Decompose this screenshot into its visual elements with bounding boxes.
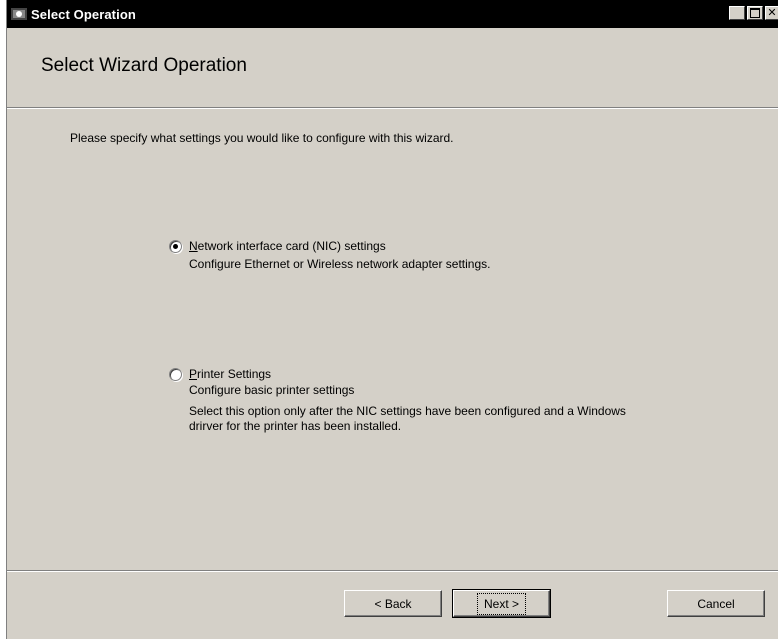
minimize-icon: _ <box>733 9 741 22</box>
window-title: Select Operation <box>31 6 136 22</box>
printer-settings-accelerator: P <box>189 367 198 381</box>
nic-settings-label[interactable]: Network interface card (NIC) settings <box>189 239 386 253</box>
page-title: Select Wizard Operation <box>41 55 247 76</box>
title-bar[interactable]: Select Operation _ ✕ <box>7 0 778 28</box>
printer-settings-note-line1: Select this option only after the NIC se… <box>189 404 626 418</box>
printer-settings-note-line2: drirver for the printer has been install… <box>189 419 402 433</box>
app-icon <box>11 8 27 20</box>
minimize-button[interactable]: _ <box>729 6 745 22</box>
nic-settings-radio[interactable] <box>169 240 182 253</box>
nic-settings-description: Configure Ethernet or Wireless network a… <box>189 257 491 271</box>
maximize-icon <box>750 8 760 18</box>
cancel-button[interactable]: Cancel <box>667 590 765 617</box>
printer-settings-label[interactable]: Printer Settings <box>189 367 271 381</box>
nic-settings-accelerator: N <box>189 239 198 253</box>
printer-settings-radio[interactable] <box>169 368 182 381</box>
back-button-label: < Back <box>374 596 412 611</box>
close-icon: ✕ <box>767 6 777 19</box>
back-button[interactable]: < Back <box>344 590 442 617</box>
next-button-label: Next > <box>476 592 526 615</box>
header-divider <box>7 108 778 109</box>
maximize-button[interactable] <box>747 6 763 20</box>
instruction-text: Please specify what settings you would l… <box>70 131 454 145</box>
footer-divider-highlight <box>7 571 778 572</box>
printer-settings-label-text: rinter Settings <box>197 367 272 381</box>
close-button[interactable]: ✕ <box>765 6 778 20</box>
cancel-button-label: Cancel <box>697 596 735 611</box>
window-controls: _ ✕ <box>727 6 778 22</box>
next-button[interactable]: Next > <box>452 589 551 618</box>
nic-settings-label-text: etwork interface card (NIC) settings <box>197 239 386 253</box>
printer-settings-description: Configure basic printer settings <box>189 383 355 397</box>
wizard-window: Select Operation _ ✕ Select Wizard Opera… <box>6 0 778 639</box>
